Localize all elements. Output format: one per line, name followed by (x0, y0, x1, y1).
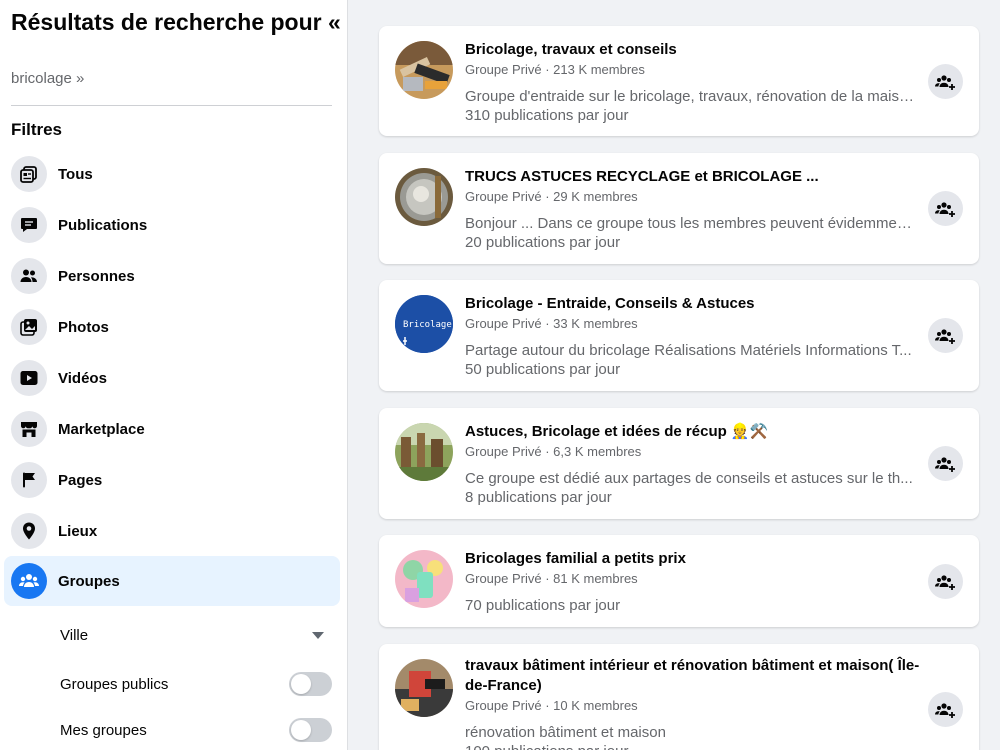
marketplace-icon (11, 411, 47, 447)
videos-icon (11, 360, 47, 396)
group-result-card[interactable]: TRUCS ASTUCES RECYCLAGE et BRICOLAGE ...… (379, 153, 979, 264)
group-avatar[interactable] (395, 550, 453, 608)
group-avatar[interactable]: Bricolage (395, 295, 453, 353)
join-group-icon (934, 456, 955, 472)
filter-label: Pages (58, 471, 103, 489)
join-group-icon (934, 328, 955, 344)
group-result-card[interactable]: Bricolages familial a petits prix Groupe… (379, 535, 979, 627)
group-description: Bonjour ... Dans ce groupe tous les memb… (465, 215, 920, 232)
filter-item-pages[interactable]: Pages (4, 455, 340, 505)
filter-label: Lieux (58, 522, 98, 540)
page-title: Résultats de recherche pour « (11, 9, 341, 35)
join-group-icon (934, 201, 955, 217)
group-description: Partage autour du bricolage Réalisations… (465, 342, 912, 359)
group-activity: 310 publications par jour (465, 107, 629, 124)
group-title[interactable]: Bricolages familial a petits prix (465, 549, 920, 569)
photos-icon (11, 309, 47, 345)
group-title[interactable]: Bricolage - Entraide, Conseils & Astuces (465, 294, 920, 314)
group-title[interactable]: TRUCS ASTUCES RECYCLAGE et BRICOLAGE ... (465, 167, 920, 187)
group-title[interactable]: Bricolage, travaux et conseils (465, 40, 920, 60)
group-info: Astuces, Bricolage et idées de récup 👷⚒️… (465, 422, 920, 507)
filter-label: Groupes (58, 572, 120, 590)
group-activity: 8 publications par jour (465, 489, 612, 506)
filter-item-photos[interactable]: Photos (4, 302, 340, 352)
toggle-knob (291, 674, 311, 694)
filter-item-personnes[interactable]: Personnes (4, 251, 340, 301)
filter-item-lieux[interactable]: Lieux (4, 506, 340, 556)
group-avatar[interactable] (395, 423, 453, 481)
group-info: Bricolage, travaux et conseils Groupe Pr… (465, 40, 920, 125)
public-groups-toggle[interactable] (289, 672, 332, 696)
filter-label: Vidéos (58, 369, 107, 387)
filter-item-videos[interactable]: Vidéos (4, 353, 340, 403)
group-activity: 50 publications par jour (465, 361, 621, 378)
group-meta: Groupe Privé · 81 K membres (465, 571, 638, 586)
my-groups-label: Mes groupes (60, 721, 147, 739)
group-description: rénovation bâtiment et maison (465, 724, 666, 741)
group-result-card[interactable]: Astuces, Bricolage et idées de récup 👷⚒️… (379, 408, 979, 519)
my-groups-filter: Mes groupes (60, 715, 332, 745)
join-group-icon (934, 702, 955, 718)
filter-label: Marketplace (58, 420, 145, 438)
group-meta: Groupe Privé · 29 K membres (465, 189, 638, 204)
group-result-card[interactable]: Bricolage, travaux et conseils Groupe Pr… (379, 26, 979, 136)
join-group-icon (934, 574, 955, 590)
group-info: TRUCS ASTUCES RECYCLAGE et BRICOLAGE ...… (465, 167, 920, 252)
join-group-button[interactable] (928, 692, 963, 727)
filter-item-groupes[interactable]: Groupes (4, 556, 340, 606)
all-results-icon (11, 156, 47, 192)
join-group-button[interactable] (928, 191, 963, 226)
group-activity: 70 publications par jour (465, 597, 621, 614)
group-info: Bricolages familial a petits prix Groupe… (465, 549, 920, 615)
public-groups-filter: Groupes publics (60, 669, 332, 699)
filters-sidebar: Résultats de recherche pour « bricolage … (0, 0, 348, 750)
group-meta: Groupe Privé · 10 K membres (465, 698, 638, 713)
join-group-icon (934, 74, 955, 90)
my-groups-toggle[interactable] (289, 718, 332, 742)
group-info: Bricolage - Entraide, Conseils & Astuces… (465, 294, 920, 379)
filter-label: Personnes (58, 267, 135, 285)
public-groups-label: Groupes publics (60, 675, 169, 693)
filter-label: Publications (58, 216, 148, 234)
group-info: travaux bâtiment intérieur et rénovation… (465, 656, 920, 750)
filter-item-marketplace[interactable]: Marketplace (4, 404, 340, 454)
search-query: bricolage » (11, 70, 85, 87)
join-group-button[interactable] (928, 318, 963, 353)
group-meta: Groupe Privé · 33 K membres (465, 316, 638, 331)
toggle-knob (291, 720, 311, 740)
caret-down-icon (312, 631, 324, 639)
filter-label: Photos (58, 318, 109, 336)
join-group-button[interactable] (928, 446, 963, 481)
group-activity: 100 publications par jour (465, 742, 920, 750)
group-description: Groupe d'entraide sur le bricolage, trav… (465, 88, 920, 105)
join-group-button[interactable] (928, 64, 963, 99)
pages-flag-icon (11, 462, 47, 498)
filter-item-publications[interactable]: Publications (4, 200, 340, 250)
group-description: Ce groupe est dédié aux partages de cons… (465, 470, 913, 487)
sidebar-divider (11, 105, 332, 106)
join-group-button[interactable] (928, 564, 963, 599)
group-avatar[interactable] (395, 168, 453, 226)
city-dropdown-label: Ville (60, 626, 89, 644)
posts-icon (11, 207, 47, 243)
avatar-label: Bricolage (403, 320, 452, 330)
people-icon (11, 258, 47, 294)
group-title[interactable]: travaux bâtiment intérieur et rénovation… (465, 656, 920, 696)
group-avatar[interactable] (395, 659, 453, 717)
filter-item-tous[interactable]: Tous (4, 149, 340, 199)
location-pin-icon (11, 513, 47, 549)
city-dropdown[interactable]: Ville (60, 620, 332, 650)
group-result-card[interactable]: Bricolage Bricolage - Entraide, Conseils… (379, 280, 979, 391)
group-activity: 20 publications par jour (465, 234, 621, 251)
group-avatar[interactable] (395, 41, 453, 99)
group-title[interactable]: Astuces, Bricolage et idées de récup 👷⚒️ (465, 422, 920, 442)
filters-heading: Filtres (11, 120, 63, 139)
group-meta: Groupe Privé · 213 K membres (465, 62, 645, 77)
group-result-card[interactable]: travaux bâtiment intérieur et rénovation… (379, 644, 979, 750)
group-meta: Groupe Privé · 6,3 K membres (465, 444, 642, 459)
groups-icon (11, 563, 47, 599)
filter-label: Tous (58, 165, 93, 183)
